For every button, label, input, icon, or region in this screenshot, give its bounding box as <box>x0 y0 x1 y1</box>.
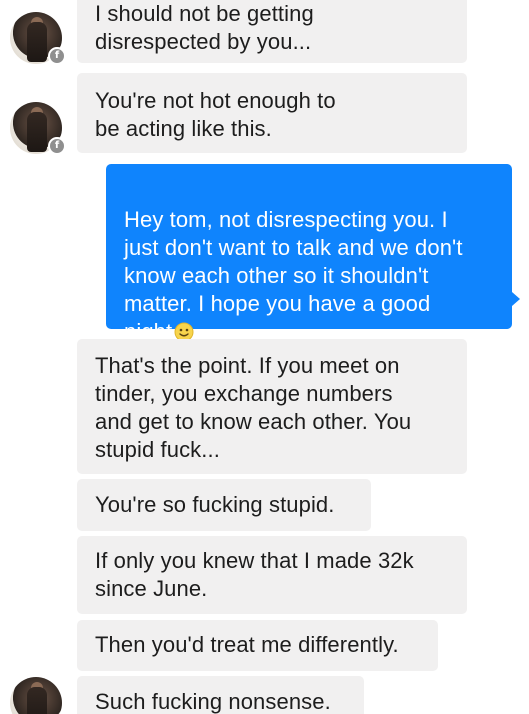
slightly-smiling-face-icon <box>174 321 194 342</box>
incoming-message[interactable]: You're so fucking stupid. <box>77 479 371 531</box>
message-thread: f I should not be getting disrespected b… <box>0 0 529 714</box>
incoming-message[interactable]: Such fucking nonsense. <box>77 676 364 714</box>
incoming-message[interactable]: That's the point. If you meet on tinder,… <box>77 339 467 474</box>
facebook-badge-icon: f <box>48 47 66 65</box>
incoming-message[interactable]: If only you knew that I made 32k since J… <box>77 536 467 614</box>
incoming-message[interactable]: I should not be getting disrespected by … <box>77 0 467 63</box>
incoming-message[interactable]: You're not hot enough to be acting like … <box>77 73 467 153</box>
outgoing-bubble-tail <box>512 292 520 306</box>
outgoing-message[interactable]: Hey tom, not disrespecting you. I just d… <box>106 164 512 344</box>
incoming-message[interactable]: Then you'd treat me differently. <box>77 620 438 671</box>
facebook-badge-icon: f <box>48 137 66 155</box>
sender-avatar[interactable] <box>10 677 62 714</box>
